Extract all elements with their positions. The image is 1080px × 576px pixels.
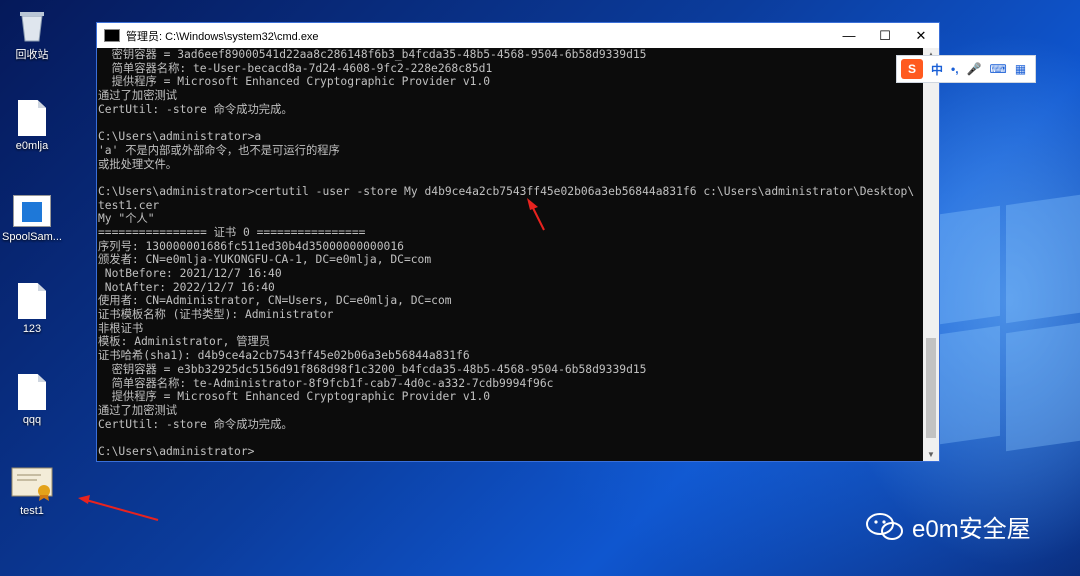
wechat-icon (866, 512, 904, 542)
annotation-layer (78, 198, 545, 521)
red-arrow-hash (527, 198, 545, 231)
red-arrow-test1 (78, 495, 159, 521)
watermark-text: e0m安全屋 (912, 516, 1031, 543)
watermark: e0m安全屋 (866, 509, 1031, 544)
